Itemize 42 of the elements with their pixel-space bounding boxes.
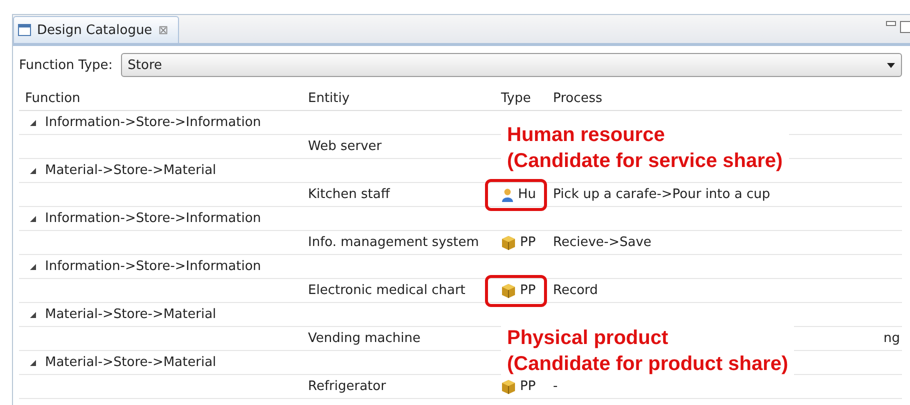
expand-icon[interactable] [29,118,37,126]
function-type-dropdown[interactable]: Store [120,53,902,77]
table-cell: PP [520,235,536,250]
box-icon [501,380,516,394]
field-label: Function Type: [19,58,113,72]
table-cell: ng [884,331,900,346]
table-cell-text: Vending machine [307,330,422,348]
tree-group-row[interactable]: Information->Store->Information [19,255,302,278]
table-cell: - [553,379,558,394]
column-header[interactable]: Process [547,86,902,110]
column-header[interactable]: Type [495,86,547,110]
table-cell-text: Web server [307,138,383,156]
expand-icon[interactable] [29,166,37,174]
table-cell: Hu [518,187,536,202]
table-cell-text: Refrigerator [307,378,387,396]
caret-icon [887,62,895,68]
expand-icon[interactable] [29,262,37,270]
box-icon [501,284,516,298]
table-cell: PP [520,379,536,394]
table-cell: Pick up a carafe->Pour into a cup [553,187,770,202]
view-tab[interactable]: Design Catalogue ⊠ [13,16,180,43]
tree-group-row[interactable]: Material->Store->Material [19,159,302,182]
column-header[interactable]: Entitiy [302,86,495,110]
box-icon [501,236,516,250]
expand-icon[interactable] [29,310,37,318]
table-cell: Recieve->Save [553,235,652,250]
table-cell: Record [553,283,598,298]
table-cell-text: Kitchen staff [307,186,392,204]
table-cell: PP [520,283,536,298]
tree-group-row[interactable]: Information->Store->Information [19,207,302,230]
tree-group-row[interactable]: Material->Store->Material [19,303,302,326]
person-icon [501,188,514,202]
tree-group-row[interactable]: Material->Store->Material [19,351,302,374]
column-header[interactable]: Function [19,86,302,110]
tree-group-row[interactable]: Information->Store->Information [19,111,302,134]
table-cell-text: Electronic medical chart [307,282,466,300]
expand-icon[interactable] [29,358,37,366]
maximize-icon[interactable] [900,21,910,33]
window-icon [18,24,31,36]
expand-icon[interactable] [29,214,37,222]
minimize-icon[interactable] [886,21,896,27]
table-cell-text: Info. management system [307,234,480,252]
